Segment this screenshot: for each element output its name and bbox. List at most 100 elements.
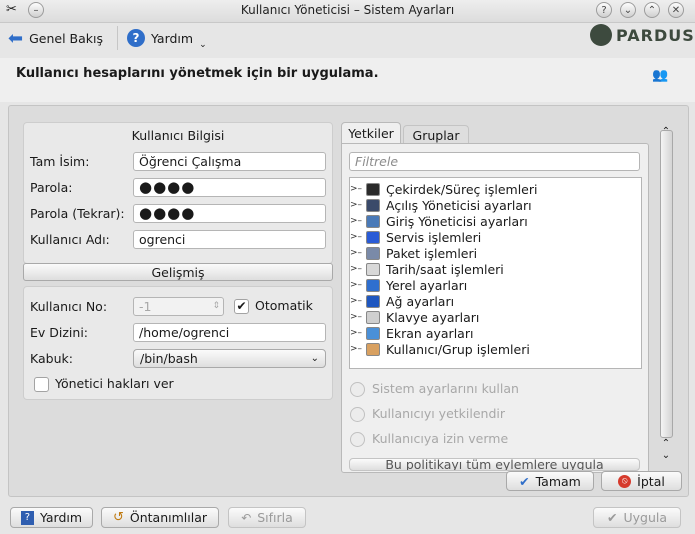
expand-arrow-icon[interactable]: >– bbox=[350, 280, 366, 290]
expand-arrow-icon[interactable]: >– bbox=[350, 312, 366, 322]
overview-button[interactable]: ⬅ Genel Bakış bbox=[8, 27, 103, 49]
permission-row[interactable]: >– Çekirdek/Süreç işlemleri bbox=[350, 181, 641, 197]
permission-label: Ekran ayarları bbox=[386, 325, 474, 341]
tab-permissions-label: Yetkiler bbox=[348, 126, 394, 141]
brand-text: PARDUS bbox=[616, 25, 695, 45]
chevron-down-icon: ⌄ bbox=[310, 353, 319, 364]
vertical-scrollbar[interactable]: ⌃ ⌃ ⌄ bbox=[659, 126, 673, 464]
help-menu-button[interactable]: ? Yardım ⌄ bbox=[127, 27, 207, 50]
tab-groups-label: Gruplar bbox=[412, 128, 460, 143]
login-icon bbox=[366, 214, 380, 228]
expand-arrow-icon[interactable]: >– bbox=[350, 200, 366, 210]
radio-system-settings[interactable] bbox=[350, 382, 365, 397]
expand-arrow-icon[interactable]: >– bbox=[350, 344, 366, 354]
password-repeat-input[interactable]: ●●●● bbox=[133, 204, 326, 223]
expand-arrow-icon[interactable]: >– bbox=[350, 184, 366, 194]
home-input[interactable]: /home/ogrenci bbox=[133, 323, 326, 342]
pardus-logo: PARDUS bbox=[590, 24, 695, 46]
clock-icon bbox=[366, 262, 380, 276]
package-icon bbox=[366, 246, 380, 260]
uid-value: -1 bbox=[139, 299, 152, 314]
username-input[interactable]: ogrenci bbox=[133, 230, 326, 249]
radio-authorize-user[interactable] bbox=[350, 407, 365, 422]
admin-label: Yönetici hakları ver bbox=[55, 376, 174, 391]
expand-arrow-icon[interactable]: >– bbox=[350, 296, 366, 306]
permission-row[interactable]: >– Kullanıcı/Grup işlemleri bbox=[350, 341, 641, 357]
filter-placeholder: Filtrele bbox=[355, 154, 399, 169]
help-label: Yardım bbox=[151, 30, 194, 46]
expand-arrow-icon[interactable]: >– bbox=[350, 328, 366, 338]
expand-arrow-icon[interactable]: >– bbox=[350, 232, 366, 242]
flag-icon bbox=[366, 230, 380, 244]
filter-input[interactable]: Filtrele bbox=[349, 152, 640, 171]
defaults-button-label: Öntanımlılar bbox=[129, 510, 208, 525]
scroll-up-icon[interactable]: ⌃ bbox=[659, 438, 673, 449]
permission-label: Paket işlemleri bbox=[386, 245, 478, 261]
spin-arrows-icon: ⇕ bbox=[212, 301, 220, 311]
minimize-button[interactable]: ⌄ bbox=[620, 2, 636, 18]
apply-policy-all-button[interactable]: Bu politikayı tüm eylemlere uygula bbox=[349, 458, 640, 471]
admin-checkbox[interactable] bbox=[34, 377, 49, 392]
apply-button-label: Uygula bbox=[623, 510, 668, 525]
permission-row[interactable]: >– Servis işlemleri bbox=[350, 229, 641, 245]
expand-arrow-icon[interactable]: >– bbox=[350, 216, 366, 226]
monitor-icon bbox=[366, 326, 380, 340]
check-icon: ✔ bbox=[519, 473, 530, 489]
maximize-button[interactable]: ⌃ bbox=[644, 2, 660, 18]
shell-label: Kabuk: bbox=[30, 351, 73, 366]
scroll-thumb[interactable] bbox=[660, 130, 673, 438]
apply-button[interactable]: ✔ Uygula bbox=[593, 507, 681, 528]
permission-row[interactable]: >– Açılış Yöneticisi ayarları bbox=[350, 197, 641, 213]
uid-spinbox[interactable]: -1 ⇕ bbox=[133, 297, 224, 316]
users-icon: 👥 bbox=[652, 68, 669, 83]
permission-row[interactable]: >– Tarih/saat işlemleri bbox=[350, 261, 641, 277]
overview-label: Genel Bakış bbox=[29, 30, 103, 46]
tab-permissions[interactable]: Yetkiler bbox=[341, 122, 401, 145]
floppy-icon bbox=[366, 198, 380, 212]
expand-arrow-icon[interactable]: >– bbox=[350, 264, 366, 274]
radio-deny-user-label: Kullanıcıya izin verme bbox=[372, 431, 509, 446]
help-titlebar-button[interactable]: ? bbox=[596, 2, 612, 18]
ok-button[interactable]: ✔ Tamam bbox=[506, 471, 594, 491]
apply-check-icon: ✔ bbox=[606, 510, 618, 525]
scroll-down-icon[interactable]: ⌄ bbox=[659, 450, 673, 461]
cancel-button[interactable]: ⦸ İptal bbox=[601, 471, 682, 491]
chevron-down-icon: ⌄ bbox=[199, 40, 207, 50]
help-button-label: Yardım bbox=[39, 510, 83, 525]
permission-row[interactable]: >– Yerel ayarları bbox=[350, 277, 641, 293]
permission-row[interactable]: >– Ağ ayarları bbox=[350, 293, 641, 309]
shell-select[interactable]: /bin/bash ⌄ bbox=[133, 349, 326, 368]
radio-system-settings-label: Sistem ayarlarını kullan bbox=[372, 381, 519, 396]
user-info-title: Kullanıcı Bilgisi bbox=[131, 128, 225, 143]
close-button[interactable]: ✕ bbox=[668, 2, 684, 18]
defaults-button[interactable]: ↺ Öntanımlılar bbox=[101, 507, 219, 528]
permission-row[interactable]: >– Ekran ayarları bbox=[350, 325, 641, 341]
auto-checkbox[interactable]: ✔ bbox=[234, 299, 249, 314]
permission-row[interactable]: >– Paket işlemleri bbox=[350, 245, 641, 261]
radio-deny-user[interactable] bbox=[350, 432, 365, 447]
shell-value: /bin/bash bbox=[140, 351, 198, 366]
permission-row[interactable]: >– Giriş Yöneticisi ayarları bbox=[350, 213, 641, 229]
permission-label: Ağ ayarları bbox=[386, 293, 455, 309]
home-label: Ev Dizini: bbox=[30, 325, 89, 340]
permissions-pane: Filtrele >– Çekirdek/Süreç işlemleri >– Açı… bbox=[341, 143, 649, 473]
password-repeat-label: Parola (Tekrar): bbox=[30, 206, 125, 221]
advanced-toggle[interactable]: Gelişmiş bbox=[23, 263, 333, 281]
cheetah-icon bbox=[590, 24, 612, 46]
main-panel: Kullanıcı Bilgisi Tam İsim: Öğrenci Çalı… bbox=[8, 105, 689, 497]
radio-authorize-user-label: Kullanıcıyı yetkilendir bbox=[372, 406, 506, 421]
full-name-input[interactable]: Öğrenci Çalışma bbox=[133, 152, 326, 171]
reset-button[interactable]: ↶ Sıfırla bbox=[228, 507, 306, 528]
network-icon bbox=[366, 294, 380, 308]
permission-row[interactable]: >– Klavye ayarları bbox=[350, 309, 641, 325]
permission-label: Çekirdek/Süreç işlemleri bbox=[386, 181, 538, 197]
cancel-icon: ⦸ bbox=[618, 474, 632, 488]
permissions-tree: >– Çekirdek/Süreç işlemleri >– Açılış Yönet… bbox=[349, 177, 642, 369]
reset-button-label: Sıfırla bbox=[257, 510, 293, 525]
permission-label: Giriş Yöneticisi ayarları bbox=[386, 213, 528, 229]
help-button[interactable]: ? Yardım bbox=[10, 507, 93, 528]
locale-icon bbox=[366, 278, 380, 292]
tab-groups[interactable]: Gruplar bbox=[403, 125, 469, 145]
password-input[interactable]: ●●●● bbox=[133, 178, 326, 197]
expand-arrow-icon[interactable]: >– bbox=[350, 248, 366, 258]
